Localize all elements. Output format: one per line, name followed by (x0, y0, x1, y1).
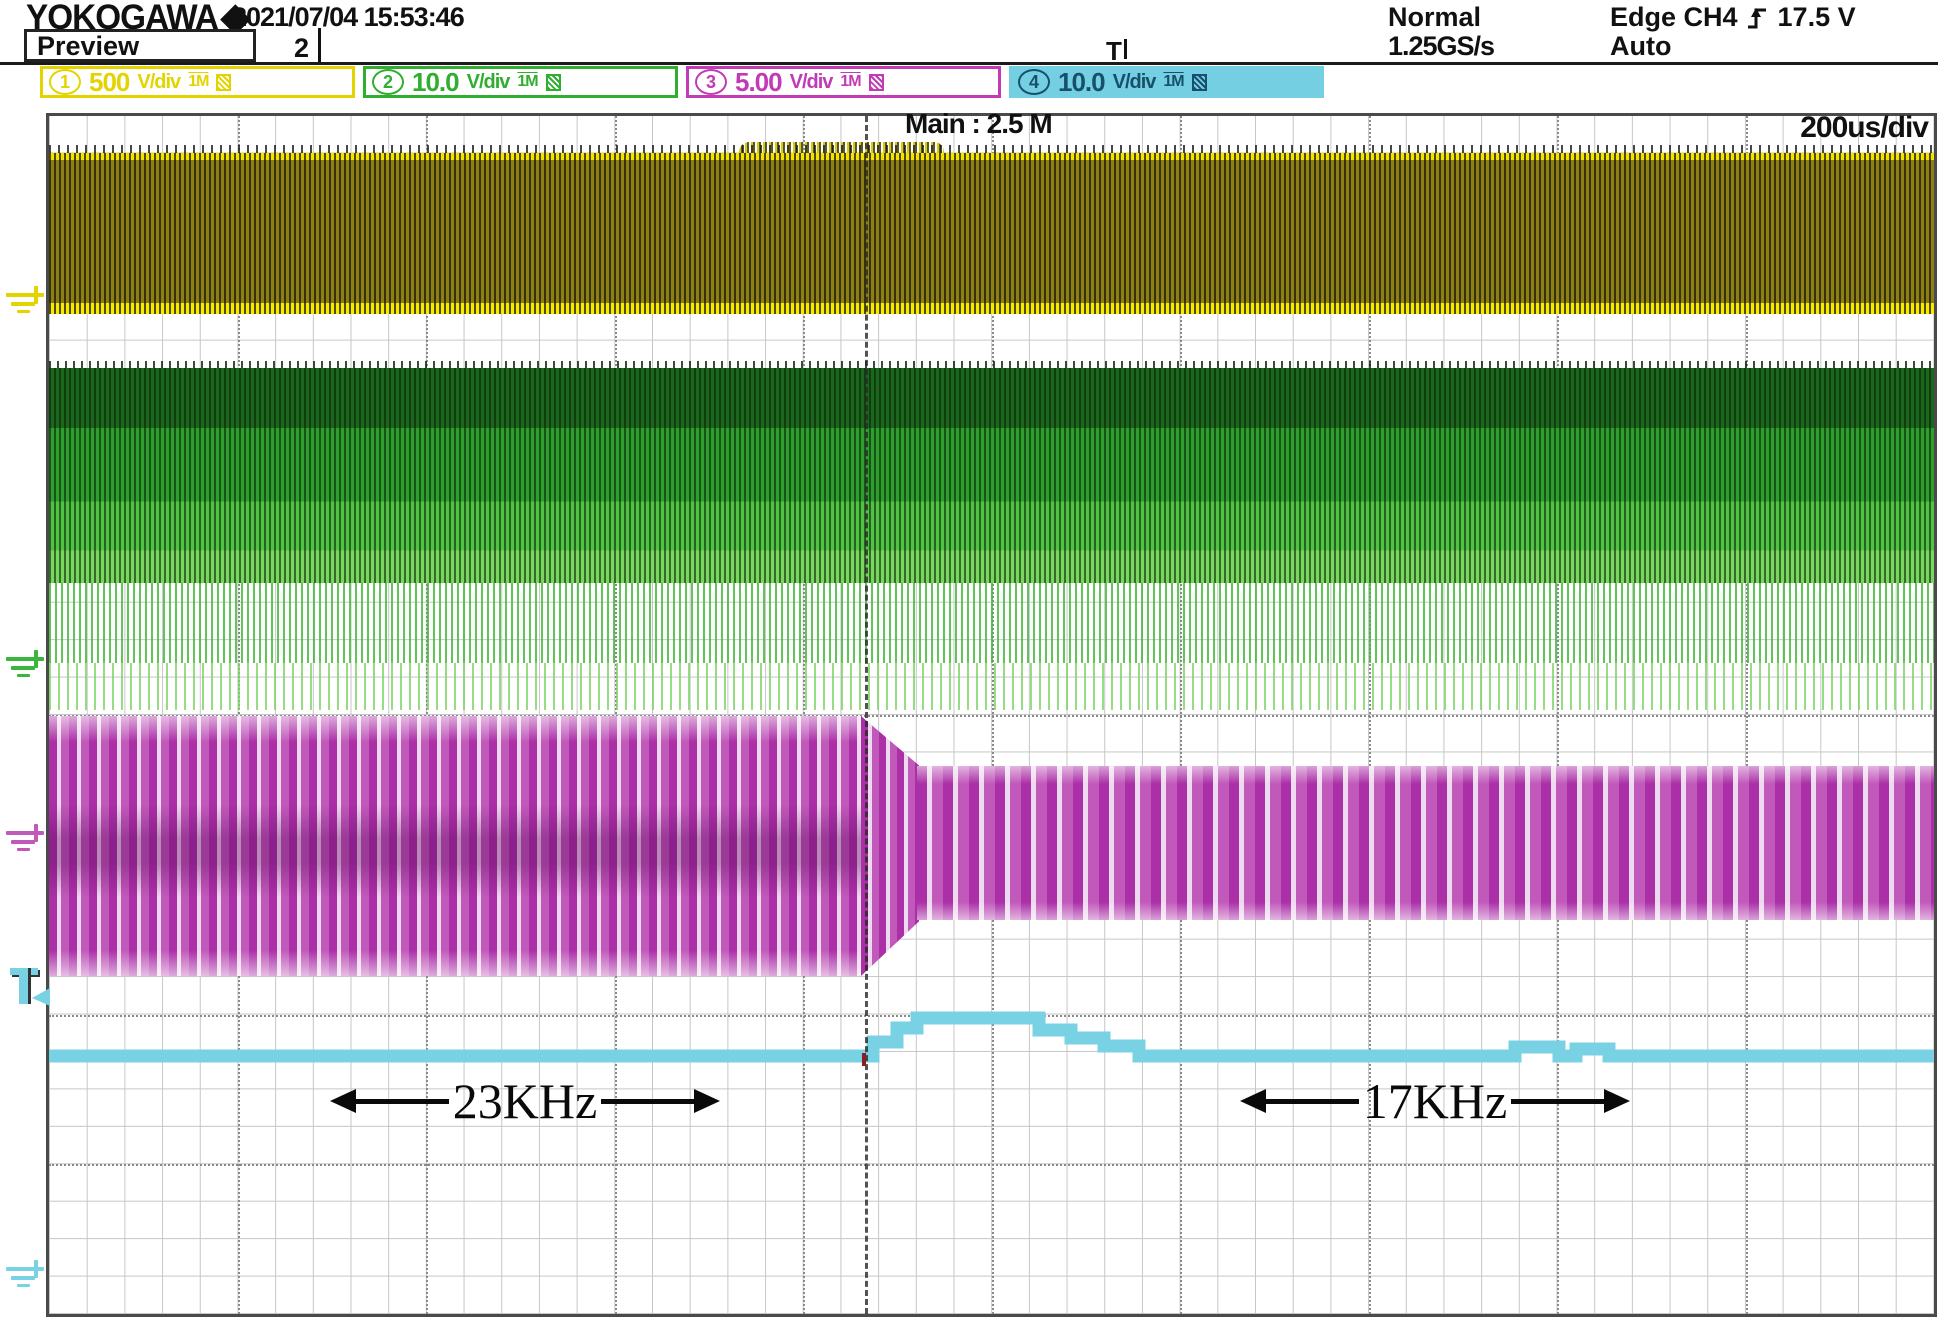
marker-line (17, 848, 30, 851)
trigger-type-label: Edge CH4 (1610, 2, 1738, 33)
header-divider-tick (318, 28, 321, 64)
preview-badge: Preview (24, 29, 256, 62)
graticule: Main : 2.5 M 200us/div (46, 113, 1937, 1317)
marker-line (17, 310, 30, 313)
channel-1-badge[interactable]: 1 500 V/div 1M (40, 66, 355, 98)
marker-line (11, 1276, 35, 1280)
channel-4-unit: V/div (1113, 71, 1156, 94)
trigger-level-arrow-icon (32, 988, 50, 1006)
datetime-label: 2021/07/04 15:53:46 (232, 2, 464, 33)
probe-icon (546, 74, 561, 91)
ch4-ground-marker[interactable] (6, 1260, 48, 1290)
marker-line (17, 1284, 30, 1287)
channel-3-unit: V/div (790, 71, 833, 94)
channel-4-scale: 10.0 (1058, 67, 1105, 98)
arrow-line (356, 1099, 449, 1104)
ch4-trigger-level-marker[interactable] (8, 968, 54, 1014)
record-length-label: Main : 2.5 M (905, 108, 1052, 140)
sample-rate-label: 1.25GS/s (1388, 31, 1494, 62)
channel-1-unit: V/div (137, 71, 180, 94)
marker-line (11, 302, 35, 306)
acquisition-count: 2 (294, 33, 309, 64)
channel-2-scale: 10.0 (412, 67, 459, 98)
right-arrowhead-icon (694, 1089, 720, 1113)
channel-2-badge[interactable]: 2 10.0 V/div 1M (363, 66, 678, 98)
channel-2-unit: V/div (467, 71, 510, 94)
marker-line (17, 674, 30, 677)
channel-1-scale: 500 (89, 67, 129, 98)
trigger-transition-line (865, 116, 868, 1314)
frequency-label: 17KHz (1359, 1076, 1511, 1126)
marker-line (6, 1267, 44, 1271)
marker-line (11, 840, 35, 844)
annotation-23khz: 23KHz (330, 1072, 720, 1130)
channel-2-impedance: 1M (517, 73, 537, 91)
trigger-point-tick (862, 1053, 866, 1066)
ch1-ground-marker[interactable] (6, 286, 48, 316)
channel-3-impedance: 1M (840, 73, 860, 91)
probe-icon (869, 74, 884, 91)
channel-2-number: 2 (372, 69, 404, 95)
marker-line (6, 657, 44, 661)
trigger-mode-label: Auto (1610, 31, 1671, 62)
arrow-line (1511, 1099, 1604, 1104)
left-arrowhead-icon (1240, 1089, 1266, 1113)
channel-1-number: 1 (49, 69, 81, 95)
marker-line (6, 293, 44, 297)
annotation-17khz: 17KHz (1240, 1072, 1630, 1130)
timebase-label: 200us/div (1800, 111, 1928, 145)
channel-3-badge[interactable]: 3 5.00 V/div 1M (686, 66, 1001, 98)
marker-line (6, 831, 44, 835)
ch3-ground-marker[interactable] (6, 824, 48, 854)
oscilloscope-screen: YOKOGAWA ◆ Preview 2021/07/04 15:53:46 2… (0, 0, 1938, 1317)
probe-icon (1192, 74, 1207, 91)
marker-line (11, 666, 35, 670)
rising-edge-icon (1746, 4, 1770, 32)
right-arrowhead-icon (1604, 1089, 1630, 1113)
channel-1-impedance: 1M (188, 73, 208, 91)
trigger-t-stem (19, 968, 28, 1004)
channel-3-scale: 5.00 (735, 67, 782, 98)
trigger-level-label: 17.5 V (1778, 2, 1856, 33)
channel-3-number: 3 (695, 69, 727, 95)
channel-4-number: 4 (1018, 69, 1050, 95)
ch4-waveform-trace (49, 116, 1934, 1314)
arrow-line (1266, 1099, 1359, 1104)
acquisition-mode-label: Normal (1388, 2, 1481, 33)
trigger-settings-label: Edge CH4 17.5 V (1610, 2, 1856, 33)
channel-4-badge[interactable]: 4 10.0 V/div 1M (1009, 66, 1324, 98)
arrow-line (601, 1099, 694, 1104)
trigger-position-bar (1124, 39, 1127, 59)
left-arrowhead-icon (330, 1089, 356, 1113)
frequency-label: 23KHz (449, 1076, 601, 1126)
channel-4-impedance: 1M (1163, 73, 1183, 91)
header-separator (0, 62, 1938, 65)
ch2-ground-marker[interactable] (6, 650, 48, 680)
probe-icon (216, 74, 231, 91)
